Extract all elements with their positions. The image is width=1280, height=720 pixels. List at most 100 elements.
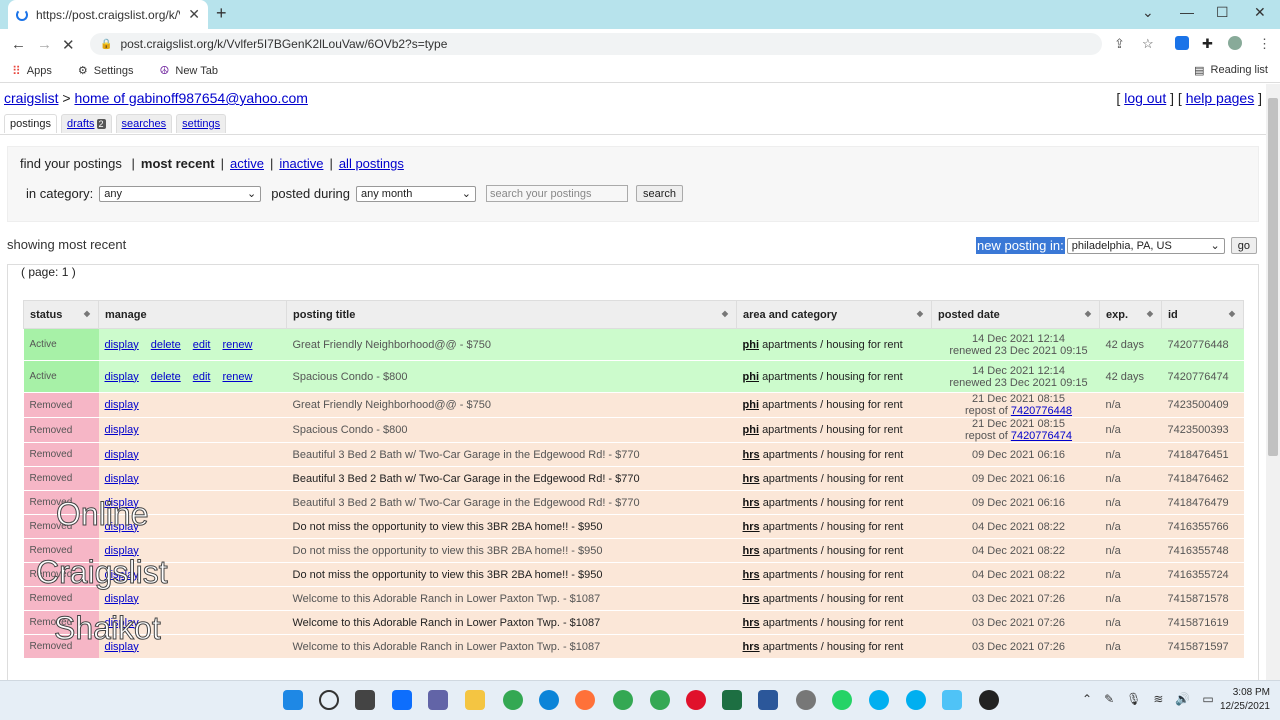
settings-app-icon[interactable] [796, 690, 816, 710]
new-tab-button[interactable]: + [216, 3, 227, 24]
tab-search-icon[interactable]: ⌄ [1142, 4, 1154, 21]
bookmark-apps[interactable]: ⠿ Apps [12, 64, 52, 78]
peace-icon: ☮ [159, 65, 170, 77]
header-posted-date[interactable]: posted date ◆ [931, 300, 1100, 329]
header-exp[interactable]: exp. ◆ [1099, 300, 1162, 329]
clock[interactable]: 3:08 PM 12/25/2021 [1220, 686, 1270, 714]
back-icon[interactable]: ← [11, 36, 26, 53]
craigslist-link[interactable]: craigslist [4, 90, 58, 106]
header-posting-title[interactable]: posting title ◆ [286, 300, 737, 329]
delete-link[interactable]: delete [151, 371, 181, 383]
posting-title[interactable]: Great Friendly Neighborhood@@ - $750 [286, 328, 737, 361]
log-out-link[interactable]: log out [1124, 90, 1166, 106]
extension-icon[interactable] [1175, 36, 1189, 50]
close-tab-icon[interactable]: ✕ [188, 6, 200, 23]
app-icon[interactable] [979, 690, 999, 710]
display-link[interactable]: display [105, 593, 139, 605]
reading-list-button[interactable]: ▤ Reading list [1194, 64, 1268, 77]
minimize-icon[interactable]: — [1180, 4, 1194, 20]
volume-icon[interactable]: 🔊 [1175, 692, 1190, 706]
edit-link[interactable]: edit [193, 371, 211, 383]
skype-2-icon[interactable] [906, 690, 926, 710]
inactive-filter-link[interactable]: inactive [279, 156, 323, 171]
whatsapp-icon[interactable] [832, 690, 852, 710]
tab-settings[interactable]: settings [176, 114, 227, 133]
chrome-profile-icon[interactable] [613, 690, 633, 710]
category-select[interactable]: any ⌄ [99, 185, 262, 202]
chrome-icon[interactable] [503, 690, 523, 710]
tab-postings[interactable]: postings [4, 114, 57, 133]
chrome-active-icon[interactable] [650, 690, 670, 710]
skype-icon[interactable] [869, 690, 889, 710]
start-icon[interactable] [283, 690, 303, 710]
bookmark-new-tab[interactable]: ☮ New Tab [159, 64, 218, 78]
manage-cell: display [98, 417, 287, 443]
help-pages-link[interactable]: help pages [1186, 90, 1255, 106]
file-explorer-icon[interactable] [465, 690, 485, 710]
sort-icon: ◆ [916, 309, 923, 318]
menu-kebab-icon[interactable]: ⋮ [1258, 36, 1271, 52]
word-icon[interactable] [758, 690, 778, 710]
display-link[interactable]: display [105, 339, 139, 351]
battery-icon[interactable]: ▭ [1202, 692, 1213, 706]
forward-icon[interactable]: → [37, 36, 52, 53]
header-area-category[interactable]: area and category ◆ [736, 300, 932, 329]
search-icon[interactable] [319, 690, 339, 710]
widgets-icon[interactable] [392, 690, 412, 710]
share-icon[interactable]: ⇪ [1114, 36, 1125, 52]
go-button[interactable]: go [1230, 237, 1257, 254]
repost-link[interactable]: 7420776448 [1011, 405, 1072, 417]
table-row: Removed display Spacious Condo - $800 phi a… [23, 417, 1244, 443]
renew-link[interactable]: renew [222, 371, 252, 383]
display-link[interactable]: display [105, 449, 139, 461]
repost-link[interactable]: 7420776474 [1011, 430, 1072, 442]
firefox-icon[interactable] [575, 690, 595, 710]
renew-link[interactable]: renew [222, 339, 252, 351]
display-link[interactable]: display [105, 473, 139, 485]
header-status[interactable]: status ◆ [23, 300, 99, 329]
search-button[interactable]: search [635, 185, 684, 202]
lock-icon: 🔒 [100, 38, 113, 50]
area-category-cell: phi apartments / housing for rent [736, 360, 932, 393]
microphone-icon[interactable]: 🎙 [1126, 692, 1141, 706]
posted-date-cell: 04 Dec 2021 08:22 [931, 538, 1100, 563]
browser-tab[interactable]: https://post.craigslist.org/k/Vvlfe ✕ [8, 0, 208, 29]
location-select[interactable]: philadelphia, PA, US ⌄ [1066, 237, 1225, 254]
chevron-down-icon: ⌄ [1210, 240, 1220, 252]
opera-icon[interactable] [686, 690, 706, 710]
extensions-puzzle-icon[interactable]: ✚ [1202, 36, 1213, 52]
all-postings-link[interactable]: all postings [339, 156, 404, 171]
excel-icon[interactable] [722, 690, 742, 710]
wifi-icon[interactable]: ≋ [1153, 692, 1163, 706]
posted-during-select[interactable]: any month ⌄ [355, 185, 476, 202]
maximize-icon[interactable]: ☐ [1216, 4, 1229, 21]
close-window-icon[interactable]: ✕ [1254, 4, 1266, 21]
scrollbar-thumb[interactable] [1268, 98, 1278, 456]
notepad-icon[interactable] [942, 690, 962, 710]
posting-title: Spacious Condo - $800 [286, 417, 737, 443]
edge-icon[interactable] [539, 690, 559, 710]
header-id[interactable]: id ◆ [1161, 300, 1244, 329]
pen-icon[interactable]: ✎ [1104, 692, 1114, 706]
bookmark-settings[interactable]: ⚙ Settings [78, 64, 134, 78]
edit-link[interactable]: edit [193, 339, 211, 351]
display-link[interactable]: display [105, 399, 139, 411]
home-link[interactable]: home of gabinoff987654@yahoo.com [74, 90, 307, 106]
bookmark-star-icon[interactable]: ☆ [1142, 36, 1154, 52]
posting-title[interactable]: Spacious Condo - $800 [286, 360, 737, 393]
address-bar[interactable]: 🔒 post.craigslist.org/k/Vvlfer5I7BGenK2l… [90, 33, 1102, 55]
tab-drafts[interactable]: drafts 2 [60, 114, 112, 133]
display-link[interactable]: display [105, 371, 139, 383]
posted-date-cell: 14 Dec 2021 12:14 renewed 23 Dec 2021 09:… [931, 360, 1100, 393]
active-filter-link[interactable]: active [230, 156, 264, 171]
tab-searches[interactable]: searches [115, 114, 173, 133]
chevron-up-icon[interactable]: ⌃ [1082, 692, 1092, 706]
exp-cell: n/a [1099, 586, 1162, 611]
search-postings-input[interactable]: search your postings [485, 185, 628, 202]
task-view-icon[interactable] [355, 690, 375, 710]
delete-link[interactable]: delete [151, 339, 181, 351]
profile-avatar[interactable] [1228, 36, 1242, 50]
display-link[interactable]: display [105, 424, 139, 436]
stop-loading-icon[interactable]: ✕ [62, 36, 75, 54]
chat-icon[interactable] [428, 690, 448, 710]
